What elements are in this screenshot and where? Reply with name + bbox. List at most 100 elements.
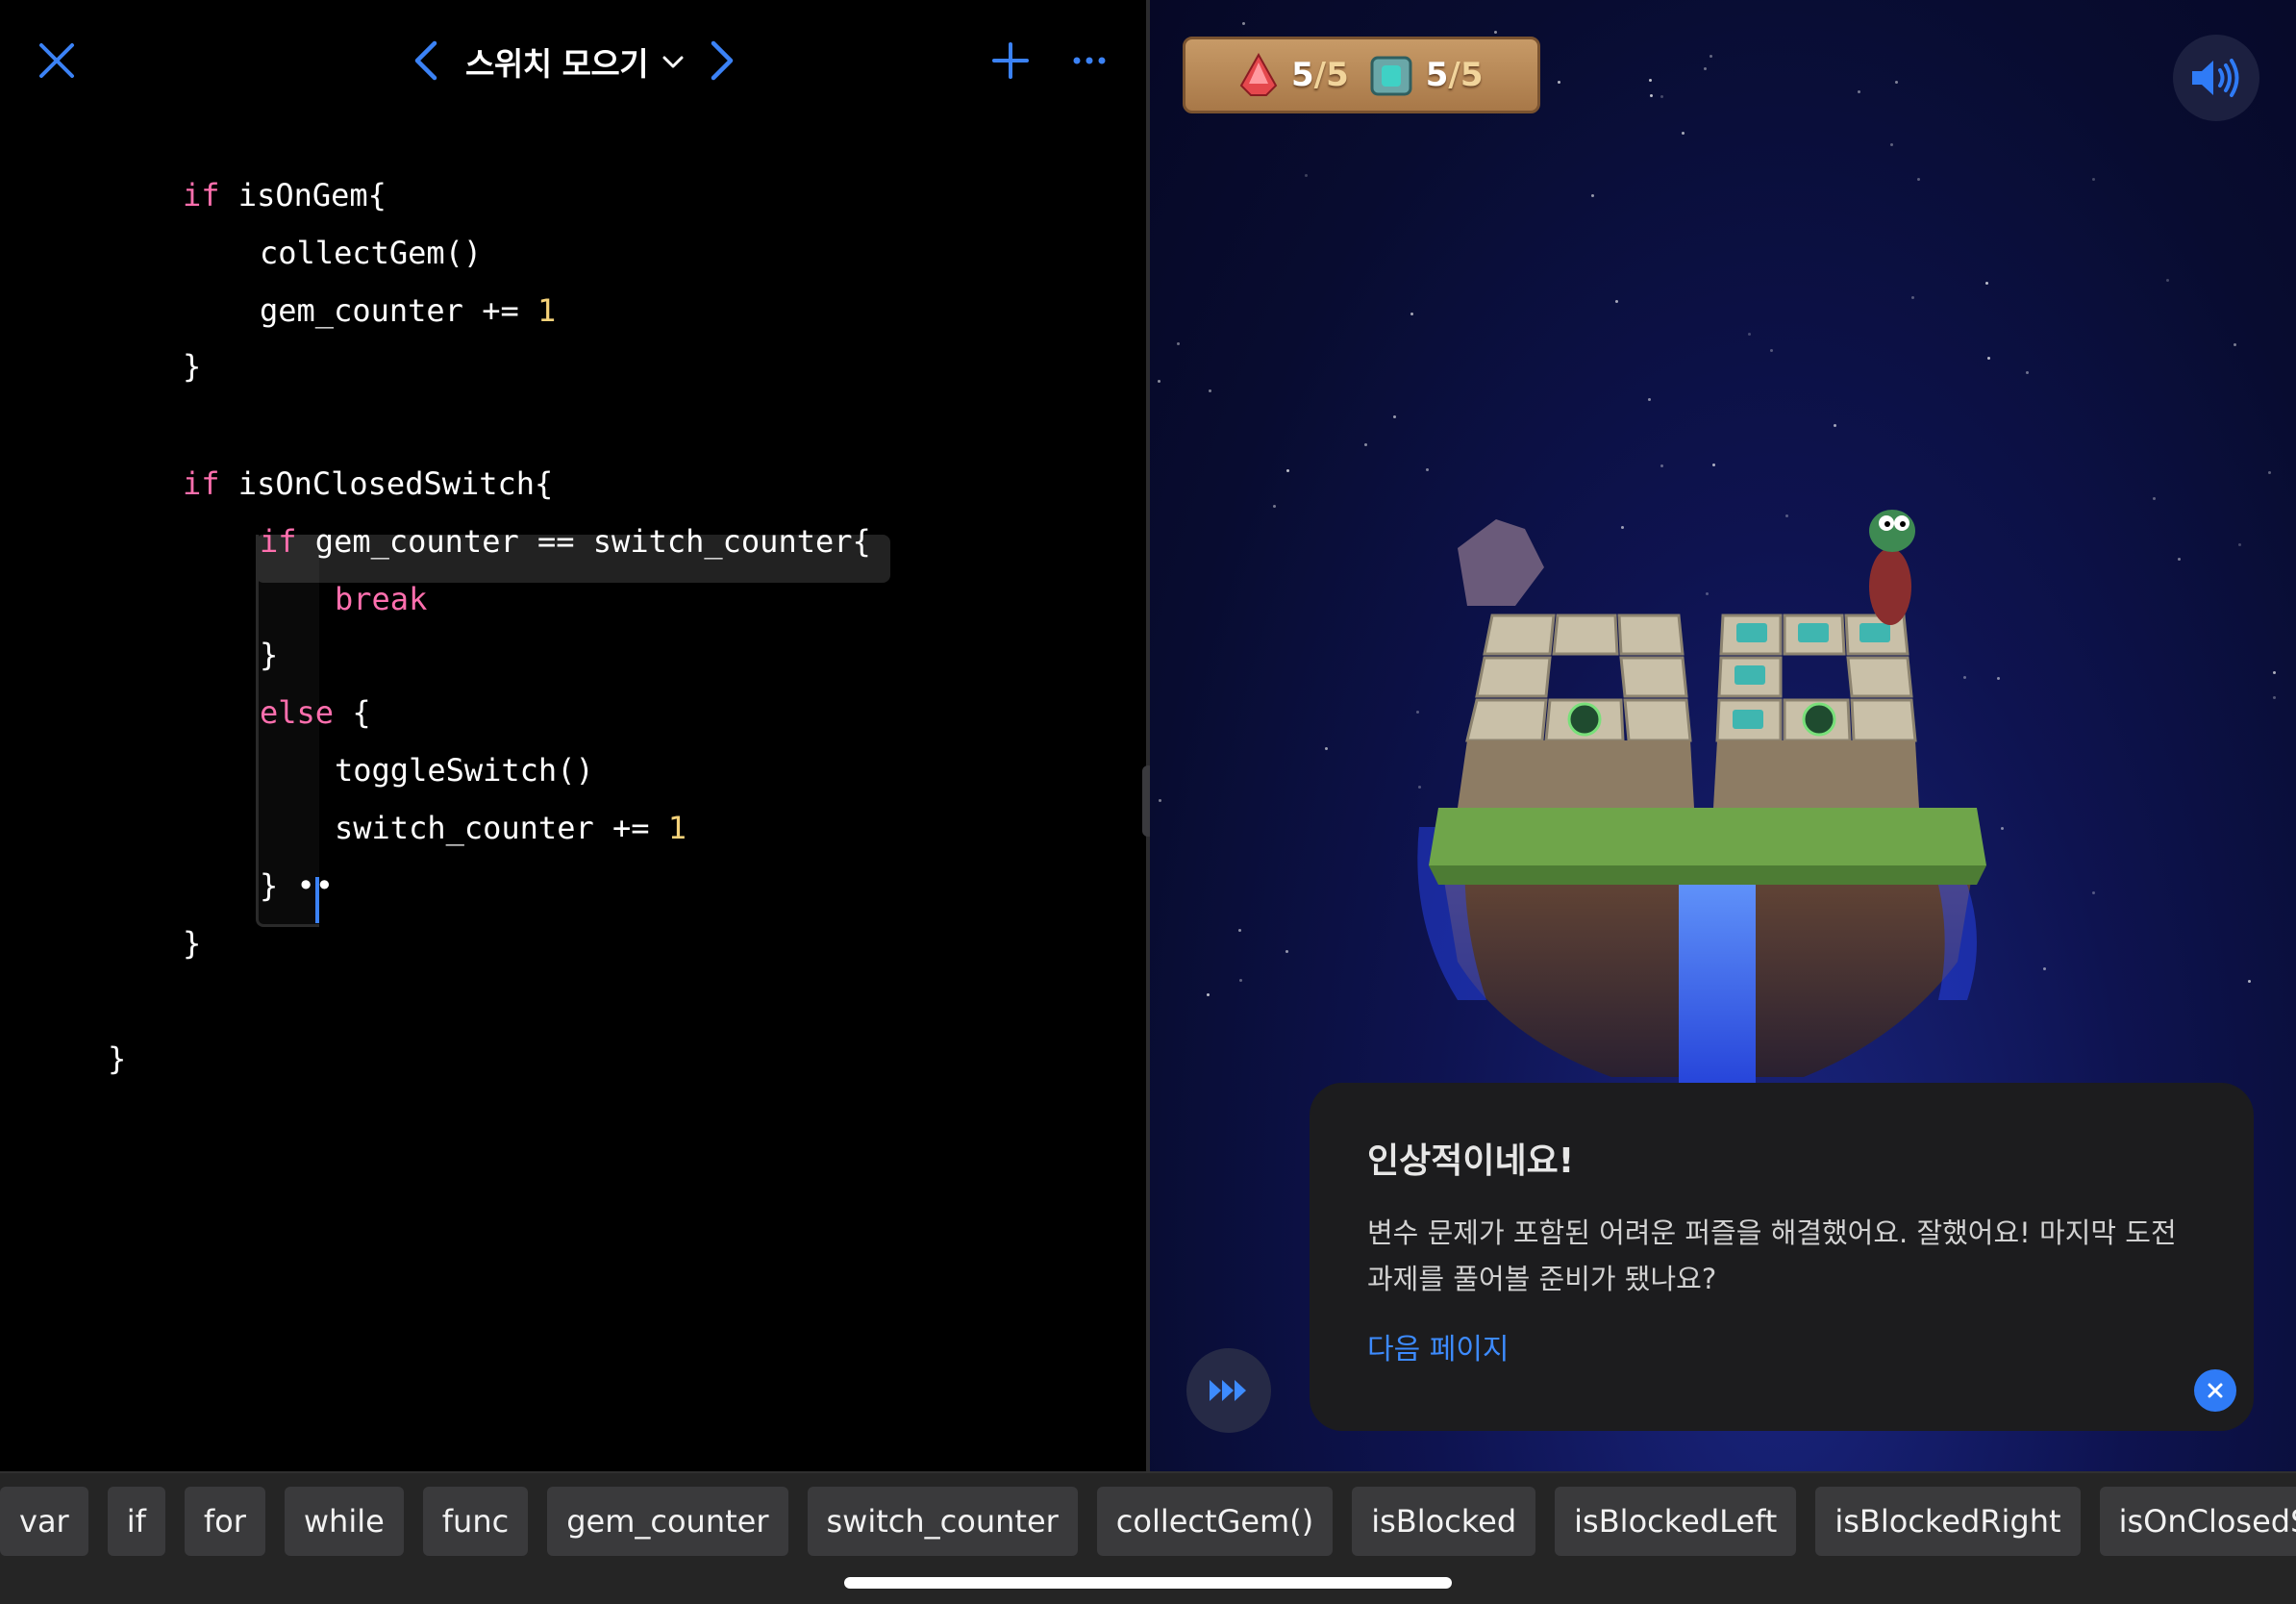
star [1649,79,1652,82]
home-indicator[interactable] [844,1577,1452,1589]
more-options-button[interactable] [1058,29,1121,92]
page-title-menu[interactable]: 스위치 모으기 [465,37,685,87]
keyword-chip[interactable]: switch_counter [807,1487,1078,1556]
code-line[interactable]: } •• [260,864,334,908]
gem-icon [1239,53,1278,96]
chevron-left-icon [414,40,437,81]
code-keyword: if [183,177,220,213]
score-board: 5/5 5/5 [1183,37,1540,113]
chevron-right-icon [711,40,734,81]
star [1177,342,1180,345]
code-number: 1 [667,810,687,846]
code-line[interactable]: break [335,577,427,621]
editor-toolbar: 스위치 모으기 [0,0,1146,125]
code-line[interactable]: gem_counter += 1 [260,288,556,333]
code-line[interactable]: } [183,921,201,965]
keyword-chip-list: var if for while func gem_counter switch_count… [0,1487,2296,1556]
star [1858,90,1860,93]
keyword-chip[interactable]: isBlockedRight [1815,1487,2081,1556]
code-line[interactable]: if isOnGem{ [183,173,387,217]
code-text: } •• [260,867,335,904]
keyword-chip[interactable]: isBlockedLeft [1555,1487,1797,1556]
switch-total: /5 [1448,56,1484,94]
keyword-chip[interactable]: var [0,1487,88,1556]
code-text: collectGem() [260,235,483,271]
chevron-down-icon [662,56,684,68]
switch-score: 5/5 [1368,52,1484,98]
star [2092,891,2095,894]
code-line[interactable]: } [108,1037,126,1081]
plus-icon [992,42,1029,79]
star [1558,81,1560,84]
star [1660,95,1663,98]
code-text: } [183,348,202,385]
star [1987,357,1990,360]
star [1748,333,1751,336]
dismiss-hint-button[interactable] [2194,1369,2236,1412]
live-view-pane: 5/5 5/5 인상적이네요! 변수 문제가 포함된 어려운 퍼즐을 해결했어요… [1150,0,2296,1471]
star [2273,671,2276,674]
code-line[interactable]: if gem_counter == switch_counter{ [260,519,871,564]
code-line[interactable]: if isOnClosedSwitch{ [183,462,553,506]
next-page-button[interactable] [690,29,754,92]
add-button[interactable] [979,29,1042,92]
keyword-chip[interactable]: while [284,1487,404,1556]
star [2234,343,2236,346]
keyword-chip[interactable]: func [422,1487,529,1556]
hint-title: 인상적이네요! [1367,1141,1575,1181]
puzzle-world-scene [1417,510,1986,1096]
code-text: gem_counter == switch_counter{ [296,523,871,560]
text-cursor [315,877,319,923]
star [1325,747,1328,750]
close-icon [39,43,74,78]
star [1242,22,1245,25]
previous-page-button[interactable] [394,29,458,92]
next-page-link[interactable]: 다음 페이지 [1367,1325,1510,1367]
code-text: isOnClosedSwitch{ [219,465,554,502]
gem-total: /5 [1313,56,1349,94]
close-button[interactable] [25,29,88,92]
code-text: switch_counter += [335,810,668,846]
code-text: } [183,925,202,962]
star [1410,313,1413,315]
keyword-chip[interactable]: if [107,1487,165,1556]
code-number: 1 [537,292,557,329]
star [1648,398,1651,401]
keyword-chip[interactable]: isOnClosedSw [2099,1487,2296,1556]
star [1917,178,1920,181]
switch-count: 5 [1425,56,1449,94]
code-line[interactable]: toggleSwitch() [335,748,594,792]
code-keyword: if [183,465,220,502]
code-line[interactable]: switch_counter += 1 [335,806,686,850]
keyword-chip[interactable]: for [184,1487,265,1556]
star [1159,799,1161,802]
code-editor-pane: 스위치 모으기 if isOnGem{ collectGem() gem_cou… [0,0,1146,1471]
code-line[interactable]: else { [260,690,371,735]
code-text: isOnGem{ [219,177,387,213]
star [1710,55,1712,58]
code-text: gem_counter += [260,292,537,329]
star [1615,300,1618,303]
keyword-chip[interactable]: gem_counter [547,1487,788,1556]
star [1285,950,1288,953]
star [2248,980,2251,983]
star [1911,296,1914,299]
keyword-chip[interactable]: collectGem() [1096,1487,1334,1556]
code-line[interactable]: collectGem() [260,231,482,275]
code-text: } [108,1040,127,1077]
star [1985,282,1988,285]
code-line[interactable]: } [183,344,201,388]
close-icon [2208,1383,2223,1398]
star [1834,424,1836,427]
keyword-chip[interactable]: isBlocked [1352,1487,1536,1556]
star [1273,505,1276,508]
sound-button[interactable] [2173,35,2259,121]
fast-forward-button[interactable] [1186,1348,1271,1433]
star [1591,194,1594,197]
fast-forward-icon [1210,1380,1246,1401]
star [2273,696,2276,699]
code-line[interactable]: } [260,633,278,677]
gem-count: 5 [1291,56,1314,94]
star [1286,469,1289,472]
page-title: 스위치 모으기 [465,45,649,83]
